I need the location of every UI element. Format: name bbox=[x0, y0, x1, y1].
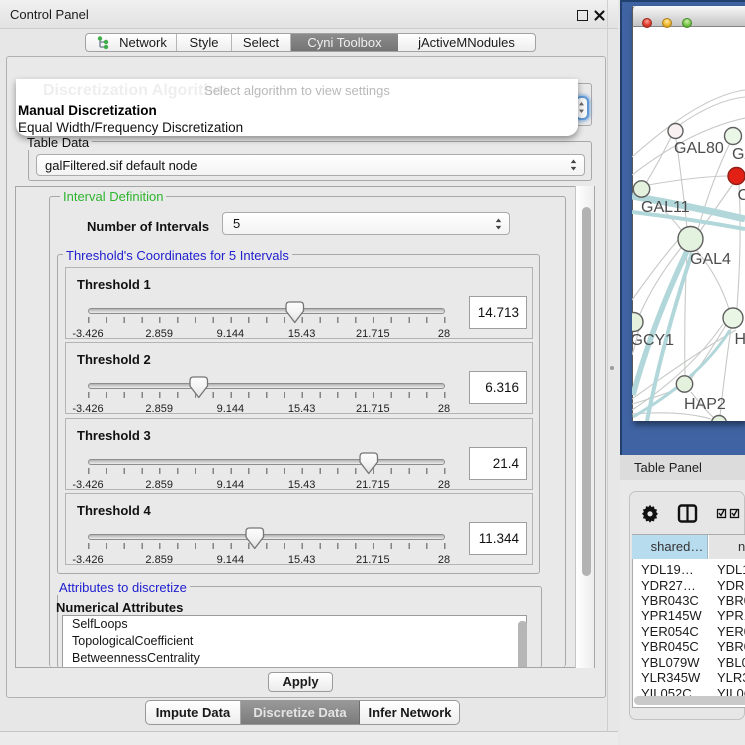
svg-text:GAL4: GAL4 bbox=[690, 251, 731, 268]
svg-text:CDC6: CDC6 bbox=[738, 187, 745, 204]
svg-text:HIS4: HIS4 bbox=[735, 331, 745, 348]
svg-text:GAL2: GAL2 bbox=[732, 146, 745, 163]
svg-text:HAP2: HAP2 bbox=[684, 396, 726, 413]
svg-text:GAL80: GAL80 bbox=[674, 140, 724, 157]
svg-text:GCY1: GCY1 bbox=[632, 332, 674, 349]
svg-text:GAL11: GAL11 bbox=[641, 199, 690, 216]
